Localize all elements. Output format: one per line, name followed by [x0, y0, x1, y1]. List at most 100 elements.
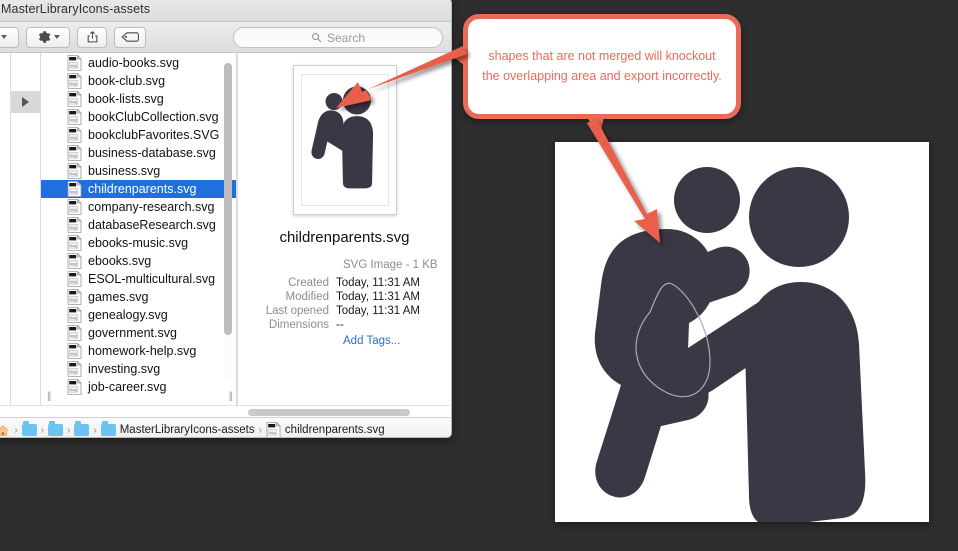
metadata-key: Modified: [285, 291, 329, 303]
metadata-value: Today, 11:31 AM: [336, 291, 420, 303]
svg-text:svg: svg: [70, 153, 76, 158]
svg-file-icon: svg: [67, 307, 82, 323]
list-item-label: ESOL-multicultural.svg: [88, 272, 216, 286]
svg-file-icon: svg: [67, 289, 82, 305]
column-resize-grip-left[interactable]: ||: [47, 391, 51, 402]
search-field[interactable]: Search: [233, 27, 443, 48]
horizontal-scrollbar-thumb[interactable]: [248, 409, 410, 416]
share-button[interactable]: [77, 26, 107, 48]
list-item[interactable]: svg audio-books.svg: [41, 54, 236, 72]
svg-file-icon: svg: [67, 343, 82, 359]
annotation-callout: shapes that are not merged will knockout…: [463, 14, 741, 119]
svg-text:svg: svg: [70, 81, 76, 86]
list-item[interactable]: svg company-research.svg: [41, 198, 236, 216]
list-item[interactable]: svg games.svg: [41, 288, 236, 306]
list-item[interactable]: svg ESOL-multicultural.svg: [41, 270, 236, 288]
chevron-down-icon: [53, 35, 60, 39]
disclosure-row[interactable]: [11, 91, 40, 113]
svg-text:svg: svg: [70, 261, 76, 266]
svg-file-icon: svg: [67, 217, 82, 233]
svg-text:svg: svg: [70, 207, 76, 212]
home-icon[interactable]: [0, 424, 10, 437]
metadata-row: Dimensions --: [246, 319, 443, 331]
list-item[interactable]: svg ebooks-music.svg: [41, 234, 236, 252]
window-title: MasterLibraryIcons-assets: [1, 2, 151, 16]
svg-file-icon: svg: [67, 55, 82, 71]
svg-file-icon: svg: [67, 55, 82, 71]
list-item[interactable]: svg databaseResearch.svg: [41, 216, 236, 234]
svg-file-icon: svg: [67, 199, 82, 215]
horizontal-scrollbar[interactable]: [0, 405, 451, 417]
list-item[interactable]: svg book-lists.svg: [41, 90, 236, 108]
callout-tail-bottom: [586, 116, 604, 136]
list-item[interactable]: svg bookClubCollection.svg: [41, 108, 236, 126]
list-item-label: audio-books.svg: [88, 56, 180, 70]
list-item[interactable]: svg ebooks.svg: [41, 252, 236, 270]
list-item-label: homework-help.svg: [88, 344, 197, 358]
list-item[interactable]: svg genealogy.svg: [41, 306, 236, 324]
list-item[interactable]: svg business-database.svg: [41, 144, 236, 162]
list-item-label: government.svg: [88, 326, 177, 340]
browser-column-2[interactable]: [11, 53, 41, 405]
svg-file-icon: svg: [67, 163, 82, 179]
list-item[interactable]: svg investing.svg: [41, 360, 236, 378]
browser-column-1[interactable]: [0, 53, 11, 405]
svg-file-icon: svg: [67, 109, 82, 125]
breadcrumb-folder-label[interactable]: MasterLibraryIcons-assets: [120, 424, 255, 436]
folder-icon[interactable]: [74, 421, 90, 436]
browser-column-files[interactable]: svg audio-books.svg svg book-club.svg svg boo…: [41, 53, 237, 405]
childrenparents-thumbnail-icon: [310, 86, 373, 189]
window-titlebar[interactable]: MasterLibraryIcons-assets: [0, 0, 451, 22]
svg-file-icon: svg: [67, 127, 82, 143]
svg-text:svg: svg: [70, 297, 76, 302]
folder-icon[interactable]: [21, 421, 37, 436]
metadata-key: Created: [288, 277, 329, 289]
action-menu-button[interactable]: [26, 26, 70, 48]
svg-text:svg: svg: [70, 369, 76, 374]
scrollbar-thumb[interactable]: [224, 63, 232, 335]
breadcrumb-file-label[interactable]: childrenparents.svg: [285, 424, 385, 436]
column-resize-grip-right[interactable]: ||: [229, 391, 233, 402]
svg-file-icon: svg: [67, 289, 82, 305]
list-item[interactable]: svg homework-help.svg: [41, 342, 236, 360]
metadata-value: Today, 11:31 AM: [336, 305, 420, 317]
breadcrumb-separator: ›: [14, 424, 18, 436]
svg-file-icon: svg: [67, 235, 82, 251]
svg-file-icon: svg: [67, 73, 82, 89]
tag-button[interactable]: [114, 26, 146, 48]
list-item[interactable]: svg childrenparents.svg: [41, 180, 236, 198]
file-list: svg audio-books.svg svg book-club.svg svg boo…: [41, 53, 236, 396]
svg-text:svg: svg: [70, 351, 76, 356]
nav-back-forward-button[interactable]: [0, 26, 19, 48]
list-item[interactable]: svg bookclubFavorites.SVG: [41, 126, 236, 144]
breadcrumb-separator: ›: [258, 424, 262, 436]
list-item[interactable]: svg job-career.svg: [41, 378, 236, 396]
list-item-label: business-database.svg: [88, 146, 216, 160]
file-list-scrollbar[interactable]: [224, 59, 232, 381]
list-item[interactable]: svg business.svg: [41, 162, 236, 180]
list-item[interactable]: svg book-club.svg: [41, 72, 236, 90]
share-icon: [87, 31, 97, 43]
svg-text:svg: svg: [70, 279, 76, 284]
svg-file-icon[interactable]: svg: [266, 422, 281, 437]
folder-icon[interactable]: [100, 421, 116, 436]
list-item-label: investing.svg: [88, 362, 161, 376]
preview-filename: childrenparents.svg: [279, 229, 410, 246]
svg-file-icon: svg: [67, 199, 82, 215]
svg-file-icon: svg: [67, 325, 82, 341]
add-tags-link[interactable]: Add Tags...: [343, 335, 443, 347]
metadata-row: Created Today, 11:31 AM: [246, 277, 443, 289]
breadcrumb-separator: ›: [93, 424, 97, 436]
svg-file-icon: svg: [67, 181, 82, 197]
svg-file-icon: svg: [67, 343, 82, 359]
folder-icon[interactable]: [48, 421, 64, 436]
svg-text:svg: svg: [70, 315, 76, 320]
list-item[interactable]: svg government.svg: [41, 324, 236, 342]
chevron-down-icon: [1, 35, 7, 39]
preview-thumbnail: [292, 65, 397, 215]
preview-pane: childrenparents.svg SVG Image - 1 KB Cre…: [237, 53, 451, 405]
childrenparents-artwork: [594, 167, 866, 522]
svg-file-icon: svg: [67, 307, 82, 323]
svg-text:svg: svg: [70, 225, 76, 230]
svg-file-icon: svg: [67, 253, 82, 269]
